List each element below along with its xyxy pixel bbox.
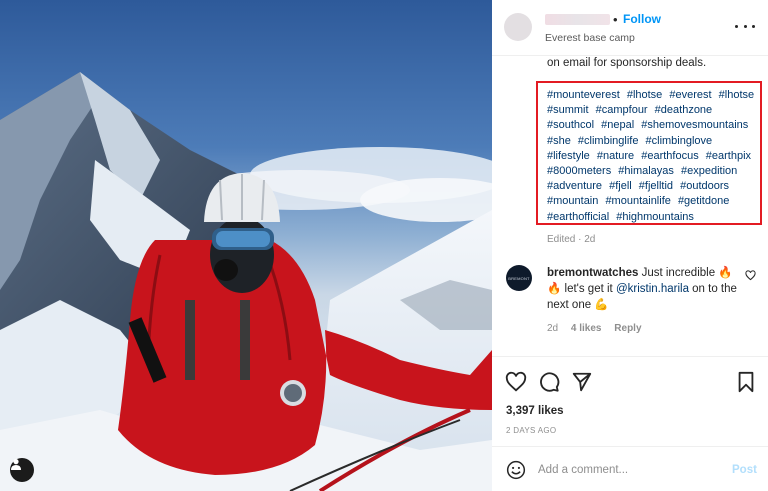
heart-icon[interactable] xyxy=(505,371,527,393)
comment-avatar-text: BREMONT xyxy=(508,275,530,281)
hashtag-link[interactable]: #campfour xyxy=(596,104,648,116)
action-bar xyxy=(492,356,768,406)
hashtag-link[interactable]: #earthofficial xyxy=(547,211,609,223)
edited-timestamp: Edited · 2d xyxy=(547,234,596,245)
hashtag-link[interactable]: #nature xyxy=(597,150,634,162)
more-options-button[interactable] xyxy=(735,18,755,34)
hashtag-link[interactable]: #expedition xyxy=(681,165,737,177)
comment-mention-link[interactable]: @kristin.harila xyxy=(616,283,689,295)
hashtag-link[interactable]: #earthpix xyxy=(706,150,751,162)
hashtag-link[interactable]: #fjelltid xyxy=(639,180,673,192)
hashtag-link[interactable]: #lhotse xyxy=(719,89,754,101)
hashtag-list: #mounteverest #lhotse #everest #lhotse #… xyxy=(547,88,759,225)
post-photo[interactable] xyxy=(0,0,492,491)
hashtag-link[interactable]: #nepal xyxy=(601,119,634,131)
comment-body: bremontwatches Just incredible 🔥🔥 let's … xyxy=(547,265,737,313)
comment-reply-button[interactable]: Reply xyxy=(614,323,641,334)
comment-input[interactable] xyxy=(538,459,718,481)
hashtag-link[interactable]: #southcol xyxy=(547,119,594,131)
post-comment-button[interactable]: Post xyxy=(732,464,757,476)
send-icon[interactable] xyxy=(571,371,593,393)
emoji-icon[interactable] xyxy=(506,460,526,480)
hashtag-link[interactable]: #mounteverest xyxy=(547,89,620,101)
comment-icon[interactable] xyxy=(538,371,560,393)
comment-age: 2d xyxy=(547,323,559,334)
more-icon-dot xyxy=(752,24,755,28)
post-date: 2 DAYS AGO xyxy=(506,426,557,435)
user-icon xyxy=(11,459,21,470)
separator-dot: • xyxy=(613,12,618,27)
hashtag-highlight-box: #mounteverest #lhotse #everest #lhotse #… xyxy=(536,81,762,225)
hashtag-link[interactable]: #adventure xyxy=(547,180,602,192)
hashtag-link[interactable]: #8000meters xyxy=(547,165,611,177)
hashtag-link[interactable]: #climbinglove xyxy=(646,135,713,147)
author-avatar-blurred[interactable] xyxy=(504,13,532,41)
comment-likes-link[interactable]: 4 likes xyxy=(571,323,602,334)
hashtag-link[interactable]: #deathzone xyxy=(655,104,713,116)
hashtag-link[interactable]: #mountain xyxy=(547,195,598,207)
hashtag-link[interactable]: #everest xyxy=(669,89,711,101)
hashtag-link[interactable]: #lifestyle xyxy=(547,150,590,162)
hashtag-link[interactable]: #getitdone xyxy=(678,195,729,207)
hashtag-link[interactable]: #outdoors xyxy=(680,180,729,192)
post-side-panel: • Follow Everest base camp on email for … xyxy=(492,0,768,491)
hashtag-link[interactable]: #climbinglife xyxy=(578,135,639,147)
post-header: • Follow Everest base camp xyxy=(492,0,768,56)
follow-button[interactable]: Follow xyxy=(623,12,661,26)
photo-scene xyxy=(0,72,492,491)
more-icon-dot xyxy=(743,24,747,28)
comment-username[interactable]: bremontwatches xyxy=(547,267,638,279)
caption-text: on email for sponsorship deals. xyxy=(547,57,707,69)
hashtag-link[interactable]: #mountainlife xyxy=(605,195,670,207)
hashtag-link[interactable]: #earthfocus xyxy=(641,150,698,162)
hashtag-link[interactable]: #lhotse xyxy=(627,89,662,101)
hashtag-link[interactable]: #shemovesmountains xyxy=(641,119,748,131)
hashtag-link[interactable]: #fjell xyxy=(609,180,632,192)
add-comment-bar: Post xyxy=(492,446,768,491)
tagged-users-button[interactable] xyxy=(10,458,34,482)
likes-count[interactable]: 3,397 likes xyxy=(506,405,564,417)
hashtag-link[interactable]: #summit xyxy=(547,104,589,116)
more-icon-dot xyxy=(735,24,738,28)
hashtag-link[interactable]: #highmountains xyxy=(616,211,694,223)
author-username-blurred[interactable] xyxy=(545,14,610,25)
bookmark-icon[interactable] xyxy=(735,371,757,393)
hashtag-link[interactable]: #himalayas xyxy=(618,165,674,177)
comment-avatar[interactable]: BREMONT xyxy=(506,265,532,291)
post-location[interactable]: Everest base camp xyxy=(545,32,635,44)
comment-heart-icon[interactable] xyxy=(745,270,756,281)
hashtag-link[interactable]: #she xyxy=(547,135,571,147)
comment-meta: 2d 4 likes Reply xyxy=(547,323,652,334)
